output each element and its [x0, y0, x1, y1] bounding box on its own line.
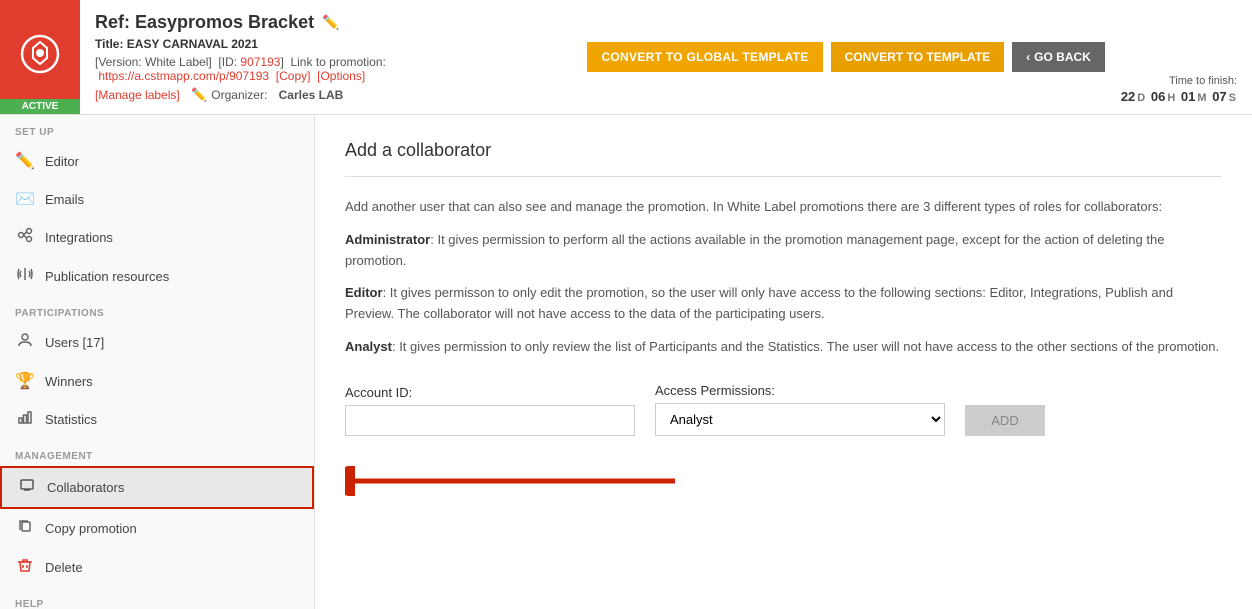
description-analyst: Analyst: It gives permission to only rev… [345, 337, 1222, 358]
header-meta: [Version: White Label] [ID: 907193] Link… [95, 55, 557, 83]
collaborators-icon [17, 477, 37, 498]
header-info: Ref: Easypromos Bracket ✏️ Title: EASY C… [80, 0, 572, 114]
days-value: 22 [1121, 89, 1135, 104]
users-icon [15, 332, 35, 353]
go-back-button[interactable]: ‹ GO BACK [1012, 42, 1105, 72]
header-title-row: Ref: Easypromos Bracket ✏️ [95, 12, 557, 33]
convert-template-button[interactable]: CONVERT TO TEMPLATE [831, 42, 1005, 72]
form-row: Account ID: Access Permissions: Analyst … [345, 383, 1222, 436]
page-title-text: Ref: Easypromos Bracket [95, 12, 314, 33]
access-permissions-select[interactable]: Analyst Editor Administrator [655, 403, 945, 436]
description-editor: Editor: It gives permisson to only edit … [345, 283, 1222, 325]
title-divider [345, 176, 1222, 177]
timer-label: Time to finish: [1120, 75, 1237, 87]
timer-value: 22D 06H 01M 07S [1120, 89, 1237, 104]
hours-value: 06 [1151, 89, 1165, 104]
header-subtitle: Title: EASY CARNAVAL 2021 [95, 37, 557, 51]
header: ACTIVE Ref: Easypromos Bracket ✏️ Title:… [0, 0, 1252, 115]
sidebar-item-label: Winners [45, 374, 93, 389]
sidebar: SET UP ✏️ Editor ✉️ Emails Integrations [0, 115, 315, 609]
sidebar-item-label: Integrations [45, 230, 113, 245]
editor-role-name: Editor [345, 285, 383, 300]
account-id-group: Account ID: [345, 385, 635, 436]
analyst-role-name: Analyst [345, 339, 392, 354]
id-link[interactable]: 907193 [240, 55, 280, 69]
sidebar-item-label: Emails [45, 192, 84, 207]
sidebar-item-label: Copy promotion [45, 521, 137, 536]
timer-area: Time to finish: 22D 06H 01M 07S [1120, 0, 1252, 114]
add-button-group: ADD [965, 405, 1045, 436]
participations-section-label: PARTICIPATIONS [0, 296, 314, 323]
logo-icon [20, 34, 60, 81]
options-link[interactable]: [Options] [317, 69, 365, 83]
description-admin: Administrator: It gives permission to pe… [345, 230, 1222, 272]
manage-labels-link[interactable]: [Manage labels] [95, 88, 180, 102]
copy-promotion-icon [15, 518, 35, 539]
sidebar-item-label: Publication resources [45, 269, 169, 284]
sidebar-item-publication-resources[interactable]: Publication resources [0, 257, 314, 296]
layout: SET UP ✏️ Editor ✉️ Emails Integrations [0, 115, 1252, 609]
active-badge: ACTIVE [0, 99, 80, 114]
edit-icon[interactable]: ✏️ [322, 14, 339, 31]
promotion-link[interactable]: https://a.cstmapp.com/p/907193 [98, 69, 269, 83]
sidebar-item-collaborators[interactable]: Collaborators [0, 466, 314, 509]
description-intro: Add another user that can also see and m… [345, 197, 1222, 218]
organizer-name: Carles LAB [279, 88, 344, 102]
red-arrow-svg [345, 466, 685, 496]
editor-icon: ✏️ [15, 151, 35, 171]
access-permissions-group: Access Permissions: Analyst Editor Admin… [655, 383, 945, 436]
sidebar-item-label: Editor [45, 154, 79, 169]
chevron-left-icon: ‹ [1026, 50, 1030, 64]
sidebar-item-copy-promotion[interactable]: Copy promotion [0, 509, 314, 548]
statistics-icon [15, 409, 35, 430]
sidebar-item-label: Users [17] [45, 335, 104, 350]
sidebar-item-label: Delete [45, 560, 83, 575]
delete-icon [15, 557, 35, 578]
sidebar-item-label: Statistics [45, 412, 97, 427]
account-id-label: Account ID: [345, 385, 635, 400]
sidebar-item-integrations[interactable]: Integrations [0, 218, 314, 257]
sidebar-item-winners[interactable]: 🏆 Winners [0, 362, 314, 400]
sidebar-item-emails[interactable]: ✉️ Emails [0, 180, 314, 218]
setup-section-label: SET UP [0, 115, 314, 142]
seconds-value: 07 [1212, 89, 1226, 104]
admin-role-name: Administrator [345, 232, 430, 247]
access-permissions-label: Access Permissions: [655, 383, 945, 398]
sidebar-item-label: Collaborators [47, 480, 124, 495]
minutes-value: 01 [1181, 89, 1195, 104]
sidebar-item-users[interactable]: Users [17] [0, 323, 314, 362]
emails-icon: ✉️ [15, 189, 35, 209]
header-actions: CONVERT TO GLOBAL TEMPLATE CONVERT TO TE… [572, 0, 1119, 114]
header-organizer: [Manage labels] ✏️ Organizer: Carles LAB [95, 87, 557, 103]
publication-resources-icon [15, 266, 35, 287]
integrations-icon [15, 227, 35, 248]
account-id-input[interactable] [345, 405, 635, 436]
copy-link[interactable]: [Copy] [276, 69, 311, 83]
add-collaborator-form: Account ID: Access Permissions: Analyst … [345, 383, 1222, 436]
winners-icon: 🏆 [15, 371, 35, 391]
main-content: Add a collaborator Add another user that… [315, 115, 1252, 609]
add-collaborator-button[interactable]: ADD [965, 405, 1045, 436]
help-section-label: HELP [0, 587, 314, 609]
sidebar-item-editor[interactable]: ✏️ Editor [0, 142, 314, 180]
management-section-label: MANAGEMENT [0, 439, 314, 466]
add-collaborator-title: Add a collaborator [345, 140, 1222, 161]
logo-area: ACTIVE [0, 0, 80, 114]
sidebar-item-statistics[interactable]: Statistics [0, 400, 314, 439]
convert-global-button[interactable]: CONVERT TO GLOBAL TEMPLATE [587, 42, 822, 72]
sidebar-item-delete[interactable]: Delete [0, 548, 314, 587]
arrow-annotation [345, 466, 1222, 496]
